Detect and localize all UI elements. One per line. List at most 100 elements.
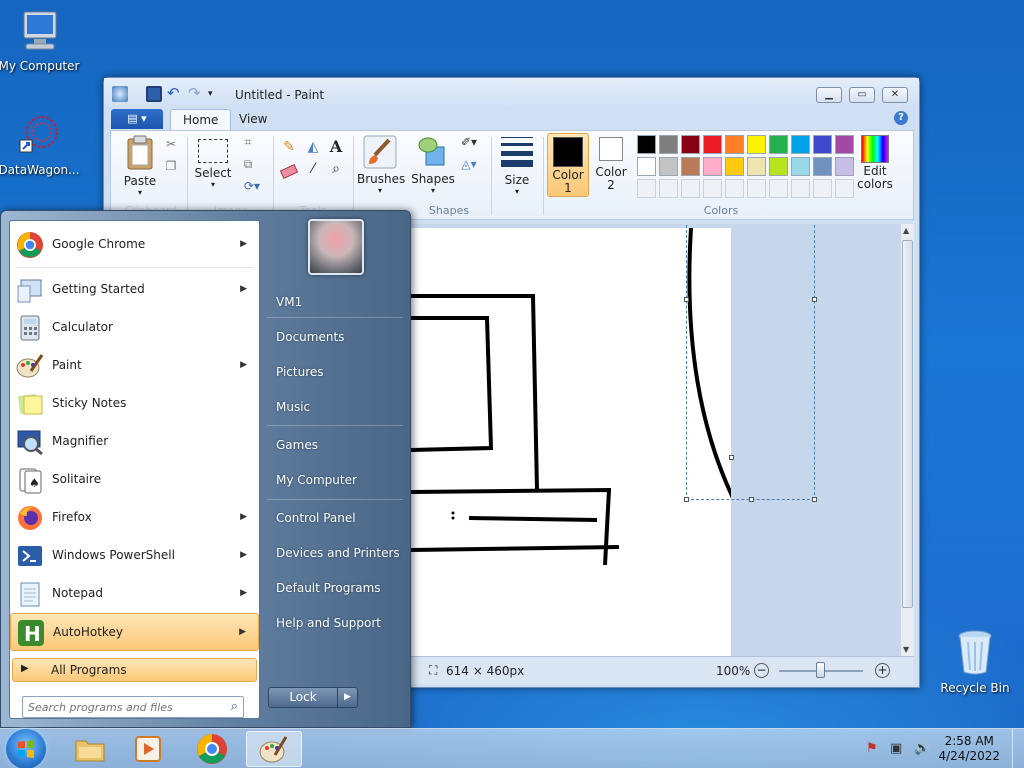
program-item-notepad[interactable]: Notepad ▶: [10, 575, 259, 613]
start-link-help-and-support[interactable]: Help and Support: [276, 616, 381, 630]
submenu-arrow-icon[interactable]: ▶: [240, 550, 247, 560]
palette-swatch-empty[interactable]: [681, 179, 700, 198]
palette-swatch[interactable]: [725, 157, 744, 176]
search-box[interactable]: ⌕: [22, 696, 244, 718]
text-icon[interactable]: A: [326, 137, 346, 156]
brushes-button[interactable]: Brushes ▾: [357, 135, 405, 195]
network-icon[interactable]: ▣: [890, 741, 906, 757]
submenu-arrow-icon[interactable]: ▶: [240, 360, 247, 370]
palette-swatch[interactable]: [703, 135, 722, 154]
paste-button[interactable]: Paste ▾: [119, 135, 161, 197]
palette-swatch[interactable]: [791, 157, 810, 176]
crop-icon[interactable]: ⌗: [239, 135, 257, 150]
selection-handle[interactable]: [812, 297, 817, 302]
start-link-music[interactable]: Music: [276, 400, 310, 414]
start-link-control-panel[interactable]: Control Panel: [276, 511, 356, 525]
title-bar[interactable]: ↶ ↷ ▾ Untitled - Paint ▁ ▭ ✕: [104, 78, 919, 108]
palette-swatch[interactable]: [769, 157, 788, 176]
outline-icon[interactable]: ✐▾: [455, 135, 483, 149]
palette-swatch[interactable]: [747, 157, 766, 176]
taskbar-paint[interactable]: [246, 731, 302, 767]
submenu-arrow-icon[interactable]: ▶: [240, 284, 247, 294]
paint-app-icon[interactable]: [112, 86, 128, 102]
palette-swatch[interactable]: [791, 135, 810, 154]
palette-swatch[interactable]: [835, 135, 854, 154]
shapes-button[interactable]: Shapes ▾: [411, 135, 455, 195]
size-button[interactable]: Size ▾: [497, 137, 537, 196]
copy-icon[interactable]: ❐: [163, 159, 179, 173]
palette-swatch-empty[interactable]: [769, 179, 788, 198]
palette-swatch-empty[interactable]: [747, 179, 766, 198]
lock-button[interactable]: Lock: [268, 687, 338, 708]
minimize-button[interactable]: ▁: [816, 87, 842, 103]
maximize-button[interactable]: ▭: [849, 87, 875, 103]
start-link-default-programs[interactable]: Default Programs: [276, 581, 381, 595]
program-item-autohotkey[interactable]: H AutoHotkey ▶: [10, 613, 259, 651]
palette-swatch[interactable]: [681, 135, 700, 154]
palette-swatch[interactable]: [637, 157, 656, 176]
eraser-icon[interactable]: [279, 163, 299, 180]
submenu-arrow-icon[interactable]: ▶: [240, 239, 247, 249]
start-link-games[interactable]: Games: [276, 438, 318, 452]
zoom-in-button[interactable]: +: [875, 663, 890, 678]
palette-swatch[interactable]: [703, 157, 722, 176]
palette-swatch[interactable]: [637, 135, 656, 154]
color-picker-icon[interactable]: ⁄: [303, 161, 323, 177]
palette-swatch[interactable]: [659, 157, 678, 176]
volume-icon[interactable]: 🔊: [914, 741, 930, 757]
scrollbar-thumb[interactable]: [902, 240, 913, 608]
taskbar-explorer[interactable]: [62, 731, 118, 767]
program-item-firefox[interactable]: Firefox ▶: [10, 499, 259, 537]
palette-swatch-empty[interactable]: [835, 179, 854, 198]
desktop-icon-datawagon[interactable]: DataWagon...: [0, 112, 81, 177]
rotate-icon[interactable]: ⟳▾: [239, 179, 265, 193]
save-icon[interactable]: [146, 86, 162, 102]
search-icon[interactable]: ⌕: [231, 699, 238, 714]
select-button[interactable]: Select ▾: [193, 139, 233, 189]
start-link-devices-and-printers[interactable]: Devices and Printers: [276, 546, 400, 560]
undo-icon[interactable]: ↶: [167, 86, 183, 102]
fill-shape-icon[interactable]: ◬▾: [455, 157, 483, 171]
edit-colors-button[interactable]: Edit colors: [854, 133, 896, 191]
start-link-my-computer[interactable]: My Computer: [276, 473, 357, 487]
vertical-scrollbar[interactable]: ▲ ▼: [900, 224, 914, 656]
tab-home[interactable]: Home: [170, 109, 232, 130]
selection-handle[interactable]: [749, 497, 754, 502]
palette-swatch[interactable]: [659, 135, 678, 154]
shutdown-options-arrow[interactable]: ▶: [338, 687, 358, 708]
selection-rectangle[interactable]: [686, 224, 815, 500]
selection-handle[interactable]: [812, 497, 817, 502]
color1-button[interactable]: Color 1: [547, 133, 589, 197]
close-button[interactable]: ✕: [882, 87, 908, 103]
color2-button[interactable]: Color 2: [591, 135, 631, 192]
action-center-flag-icon[interactable]: ⚑: [866, 741, 882, 757]
palette-swatch-empty[interactable]: [725, 179, 744, 198]
selection-handle[interactable]: [729, 455, 734, 460]
submenu-arrow-icon[interactable]: ▶: [240, 512, 247, 522]
redo-icon[interactable]: ↷: [188, 86, 204, 102]
tab-view[interactable]: View: [227, 109, 279, 130]
desktop-icon-recycle-bin[interactable]: Recycle Bin: [933, 628, 1017, 695]
program-item-magnifier[interactable]: Magnifier: [10, 423, 259, 461]
palette-swatch[interactable]: [769, 135, 788, 154]
program-item-google-chrome[interactable]: Google Chrome ▶: [10, 226, 259, 264]
fill-icon[interactable]: ◭: [303, 139, 323, 155]
submenu-arrow-icon[interactable]: ▶: [239, 627, 246, 637]
cut-icon[interactable]: ✂: [163, 137, 179, 151]
program-item-sticky-notes[interactable]: Sticky Notes: [10, 385, 259, 423]
taskbar-media-player[interactable]: [120, 731, 176, 767]
customize-qat-icon[interactable]: ▾: [208, 86, 224, 102]
start-link-pictures[interactable]: Pictures: [276, 365, 324, 379]
palette-swatch[interactable]: [681, 157, 700, 176]
magnifier-tool-icon[interactable]: ⌕: [326, 161, 346, 177]
submenu-arrow-icon[interactable]: ▶: [240, 588, 247, 598]
program-item-windows-powershell[interactable]: Windows PowerShell ▶: [10, 537, 259, 575]
selection-handle[interactable]: [684, 497, 689, 502]
palette-swatch[interactable]: [835, 157, 854, 176]
show-desktop-button[interactable]: [1012, 729, 1024, 768]
taskbar-clock[interactable]: 2:58 AM 4/24/2022: [938, 734, 1000, 764]
drawing-canvas[interactable]: [411, 227, 735, 656]
user-picture[interactable]: [308, 219, 364, 275]
zoom-out-button[interactable]: −: [754, 663, 769, 678]
palette-swatch[interactable]: [747, 135, 766, 154]
